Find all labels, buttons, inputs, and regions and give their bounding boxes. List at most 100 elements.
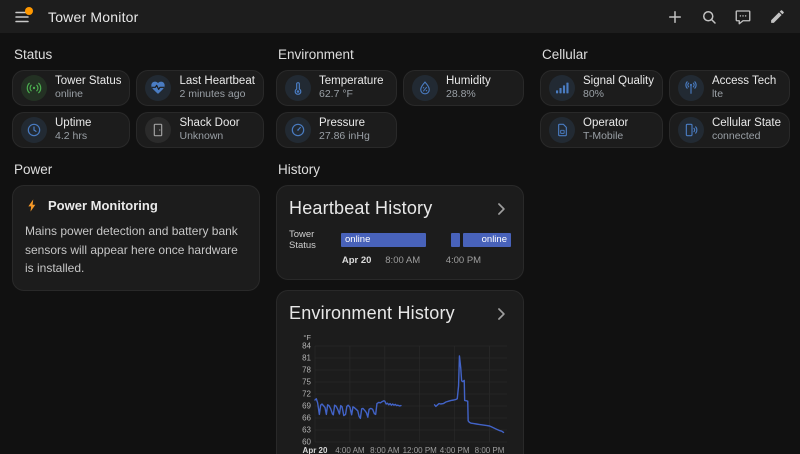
environment-card-title: Environment History bbox=[289, 303, 455, 323]
power-card-title: Power Monitoring bbox=[48, 198, 158, 213]
cellular-tile-grid: Signal Quality 80% Access Tech lte Opera… bbox=[540, 70, 791, 148]
tile-title: Temperature bbox=[319, 75, 384, 87]
search-button[interactable] bbox=[698, 6, 720, 28]
y-axis-label: 63 bbox=[302, 426, 311, 435]
tile-state: online bbox=[55, 88, 84, 101]
environment-card-header: Environment History bbox=[289, 303, 511, 324]
sidebar-menu-button[interactable] bbox=[8, 5, 36, 29]
tile-state: Unknown bbox=[179, 130, 224, 143]
column-cellular: Cellular Signal Quality 80% Access Tech … bbox=[540, 39, 791, 454]
x-axis-label: 8:00 AM bbox=[370, 446, 400, 454]
x-axis-label: 12:00 PM bbox=[403, 446, 438, 454]
tile-text: Uptime 4.2 hrs bbox=[55, 116, 91, 144]
sim-card-icon bbox=[549, 117, 575, 143]
y-axis-label: 78 bbox=[302, 366, 311, 375]
app-header: Tower Monitor bbox=[0, 0, 800, 33]
tile-title: Humidity bbox=[446, 75, 491, 87]
column-status-power: Status Tower Status online Last Heartbea… bbox=[12, 39, 264, 454]
tile-uptime[interactable]: Uptime 4.2 hrs bbox=[12, 112, 131, 148]
edit-dashboard-button[interactable] bbox=[766, 6, 788, 28]
timeline-entity-label: Tower Status bbox=[289, 229, 316, 251]
x-axis-label: 8:00 PM bbox=[475, 446, 505, 454]
tile-title: Cellular State bbox=[711, 117, 782, 129]
tile-title: Tower Status bbox=[55, 75, 122, 87]
power-monitoring-card: Power Monitoring Mains power detection a… bbox=[12, 185, 260, 291]
tile-humidity[interactable]: Humidity 28.8% bbox=[403, 70, 524, 106]
y-axis-label: 66 bbox=[302, 414, 311, 423]
temperature-line-chart[interactable]: 848178757269666360°FApr 20 4:00 AM 8:00 AM… bbox=[289, 334, 511, 454]
tile-title: Pressure bbox=[319, 117, 366, 129]
status-tile-grid: Tower Status online Last Heartbeat 2 min… bbox=[12, 70, 264, 148]
access-point-icon bbox=[21, 75, 47, 101]
tile-text: Humidity 28.8% bbox=[446, 74, 491, 102]
chevron-right-icon bbox=[491, 304, 511, 324]
timeline-segment[interactable]: online bbox=[341, 233, 426, 247]
power-card-header: Power Monitoring bbox=[25, 198, 247, 213]
temperature-series-line bbox=[314, 398, 402, 420]
heartbeat-card-header: Heartbeat History bbox=[289, 198, 511, 219]
tile-text: Last Heartbeat 2 minutes ago bbox=[179, 74, 254, 102]
antenna-icon bbox=[677, 75, 704, 101]
add-button[interactable] bbox=[664, 6, 686, 28]
tile-title: Last Heartbeat bbox=[179, 75, 255, 87]
tile-text: Signal Quality 80% bbox=[583, 74, 654, 102]
tile-cellular-state[interactable]: Cellular State connected bbox=[668, 112, 791, 148]
environment-detail-button[interactable] bbox=[491, 304, 511, 324]
tile-state: 2 minutes ago bbox=[179, 88, 246, 101]
timeline-segment[interactable] bbox=[451, 233, 460, 247]
gauge-icon bbox=[285, 117, 311, 143]
tile-text: Access Tech lte bbox=[712, 74, 776, 102]
tile-operator[interactable]: Operator T-Mobile bbox=[540, 112, 663, 148]
tile-signal-quality[interactable]: Signal Quality 80% bbox=[540, 70, 663, 106]
heart-pulse-icon bbox=[145, 75, 172, 101]
water-percent-icon bbox=[412, 75, 438, 101]
tile-state: lte bbox=[711, 88, 724, 101]
door-icon bbox=[145, 117, 172, 143]
heartbeat-detail-button[interactable] bbox=[491, 199, 511, 219]
tile-title: Operator bbox=[583, 117, 629, 129]
pencil-icon bbox=[769, 8, 786, 25]
y-axis-label: 81 bbox=[302, 354, 311, 363]
tile-state: 27.86 inHg bbox=[319, 130, 370, 143]
timeline-segment[interactable]: online bbox=[463, 233, 511, 247]
dashboard: Tower Monitor Status Tower Status online… bbox=[0, 0, 800, 454]
header-actions bbox=[664, 6, 788, 28]
heartbeat-card-title: Heartbeat History bbox=[289, 198, 433, 218]
dashboard-body: Status Tower Status online Last Heartbea… bbox=[0, 33, 800, 454]
section-title-status: Status bbox=[14, 47, 53, 62]
tile-text: Tower Status online bbox=[55, 74, 121, 102]
tile-title: Uptime bbox=[55, 117, 92, 129]
timeline-bars[interactable]: online online bbox=[341, 233, 511, 247]
y-axis-unit: °F bbox=[303, 334, 311, 342]
section-title-environment: Environment bbox=[278, 47, 354, 62]
clock-icon bbox=[21, 117, 47, 143]
tile-title: Shack Door bbox=[179, 117, 240, 129]
tile-pressure[interactable]: Pressure 27.86 inHg bbox=[276, 112, 397, 148]
timeline-axis-label: 8:00 AM bbox=[385, 255, 421, 266]
section-title-power: Power bbox=[14, 162, 53, 177]
assist-button[interactable] bbox=[732, 6, 754, 28]
search-icon bbox=[700, 8, 718, 26]
tile-tower-status[interactable]: Tower Status online bbox=[12, 70, 131, 106]
tile-access-tech[interactable]: Access Tech lte bbox=[668, 70, 791, 106]
tile-last-heartbeat[interactable]: Last Heartbeat 2 minutes ago bbox=[136, 70, 264, 106]
notification-badge bbox=[25, 6, 33, 15]
y-axis-label: 69 bbox=[302, 402, 311, 411]
assist-icon bbox=[734, 8, 752, 26]
power-card-body: Mains power detection and battery bank s… bbox=[25, 224, 238, 276]
tile-shack-door[interactable]: Shack Door Unknown bbox=[136, 112, 264, 148]
timeline-axis: Apr 20 8:00 AM 4:00 PM bbox=[341, 255, 511, 267]
tile-temperature[interactable]: Temperature 62.7 °F bbox=[276, 70, 397, 106]
tile-text: Cellular State connected bbox=[712, 116, 781, 144]
column-environment-history: Environment Temperature 62.7 °F Humidity… bbox=[276, 39, 524, 454]
thermometer-icon bbox=[285, 75, 311, 101]
tile-text: Shack Door Unknown bbox=[179, 116, 239, 144]
tile-text: Pressure 27.86 inHg bbox=[319, 116, 370, 144]
tile-title: Signal Quality bbox=[583, 75, 654, 87]
timeline-row: Tower Status online online bbox=[289, 229, 511, 251]
tile-state: connected bbox=[711, 130, 761, 143]
tile-state: 28.8% bbox=[446, 88, 476, 101]
tile-state: T-Mobile bbox=[583, 130, 624, 143]
plus-icon bbox=[666, 8, 684, 26]
environment-tile-grid: Temperature 62.7 °F Humidity 28.8% Press… bbox=[276, 70, 524, 148]
